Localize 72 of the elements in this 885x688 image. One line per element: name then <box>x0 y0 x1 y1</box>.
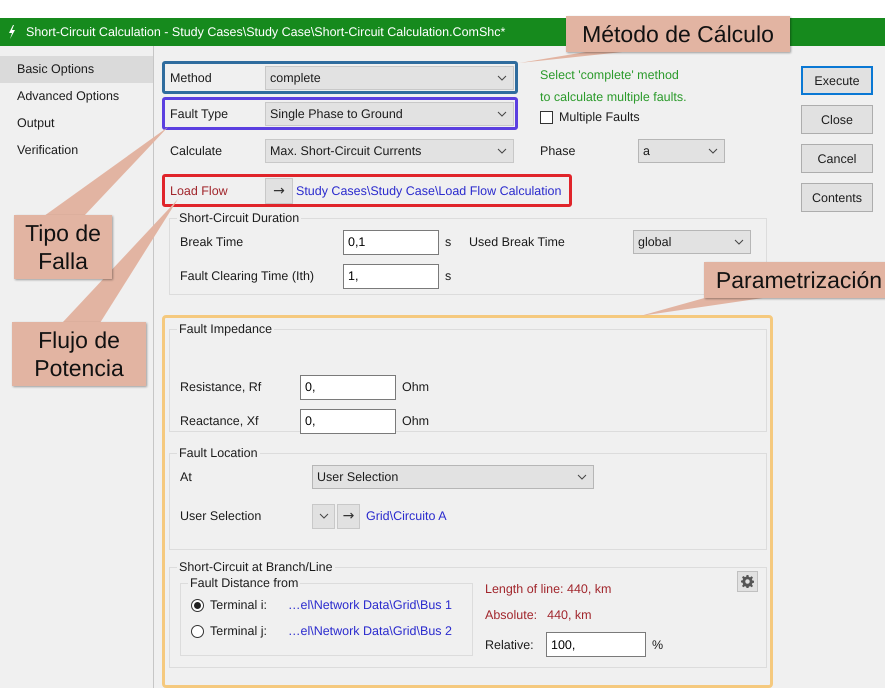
field-label: Method <box>170 70 213 84</box>
link[interactable]: …el\Network Data\Grid\Bus 1 <box>288 598 452 612</box>
link[interactable]: Study Cases\Study Case\Load Flow Calculation <box>296 184 562 198</box>
chevron-down-icon <box>497 110 507 116</box>
input-field[interactable]: 0, <box>300 408 396 434</box>
field-label: Resistance, Rf <box>180 380 262 394</box>
field-label: Phase <box>540 144 576 158</box>
unit-label: % <box>652 638 664 652</box>
callout-label: Tipo de Falla <box>14 215 112 279</box>
chevron-down-icon <box>577 474 587 480</box>
dropdown[interactable]: a <box>638 139 725 163</box>
dialog-button[interactable]: Close <box>801 105 873 134</box>
group-title: Short-Circuit at Branch/Line <box>178 560 334 574</box>
radio-label: Terminal j: <box>210 624 268 638</box>
field-label: Reactance, Xf <box>180 414 260 428</box>
callout-label: Flujo de Potencia <box>12 322 146 386</box>
hint-text: Select 'complete' method <box>540 67 680 84</box>
dropdown[interactable]: complete <box>265 66 514 90</box>
group-title: Fault Location <box>178 446 259 460</box>
dropdown[interactable]: User Selection <box>312 465 594 489</box>
field-label: Used Break Time <box>469 235 566 249</box>
field-label: Fault Type <box>170 106 230 120</box>
radio-button[interactable] <box>191 598 204 612</box>
checkbox-label: Multiple Faults <box>559 110 640 124</box>
radio-label: Terminal i: <box>210 598 268 612</box>
field-label: Calculate <box>170 144 224 158</box>
lightning-icon <box>8 25 16 39</box>
chevron-down-icon <box>497 148 507 154</box>
dropdown[interactable]: Max. Short-Circuit Currents <box>265 139 514 163</box>
dialog-button[interactable]: Contents <box>801 183 873 212</box>
chevron-down-icon <box>318 513 328 519</box>
chevron-down-icon <box>734 239 744 245</box>
field-label: Absolute: <box>485 608 538 622</box>
unit-label: s <box>445 235 452 249</box>
unit-label: Ohm <box>402 414 426 428</box>
group-title: Fault Impedance <box>178 322 274 336</box>
sidebar-item[interactable]: Verification <box>0 137 153 164</box>
link[interactable]: Grid\Circuito A <box>366 509 447 523</box>
chevron-down-icon <box>708 148 718 154</box>
chevron-down-icon <box>497 74 507 80</box>
field-label: At <box>180 470 193 484</box>
link[interactable]: …el\Network Data\Grid\Bus 2 <box>288 624 452 638</box>
group-title: Short-Circuit Duration <box>178 211 300 225</box>
absolute-value: 440, km <box>547 608 592 622</box>
window-title: Short-Circuit Calculation - Study Cases\Study Case\Short-Circuit Calculation.ComShc* <box>26 25 506 39</box>
input-field[interactable]: 100, <box>546 632 646 657</box>
settings-icon <box>741 575 754 588</box>
dropdown[interactable]: Single Phase to Ground <box>265 102 514 126</box>
jump-button[interactable]: → <box>337 504 360 528</box>
input-field[interactable]: 0, <box>300 374 396 400</box>
sidebar-item[interactable]: Advanced Options <box>0 83 153 110</box>
jump-button[interactable]: → <box>265 178 293 204</box>
field-label: Relative: <box>485 638 535 652</box>
input-field[interactable]: 1, <box>343 264 439 288</box>
radio-button[interactable] <box>191 624 204 638</box>
unit-label: Ohm <box>402 380 426 394</box>
field-label: Fault Clearing Time (Ith) <box>180 269 316 283</box>
field-label: Load Flow <box>170 184 229 198</box>
dropdown[interactable]: global <box>633 230 751 254</box>
hint-text: to calculate multiple faults. <box>540 89 688 106</box>
sidebar-item[interactable]: Basic Options <box>0 56 153 83</box>
sidebar-item[interactable]: Output <box>0 110 153 137</box>
input-field[interactable]: 0,1 <box>343 230 439 254</box>
line-length-text: Length of line: 440, km <box>485 582 612 596</box>
group-title: Fault Distance from <box>189 576 300 590</box>
checkbox[interactable] <box>540 110 553 124</box>
settings-button[interactable] <box>737 571 758 592</box>
dialog-button[interactable]: Cancel <box>801 144 873 173</box>
unit-label: s <box>445 269 452 283</box>
field-label: User Selection <box>180 509 262 523</box>
dialog-button[interactable]: Execute <box>801 66 873 95</box>
field-label: Break Time <box>180 235 244 249</box>
